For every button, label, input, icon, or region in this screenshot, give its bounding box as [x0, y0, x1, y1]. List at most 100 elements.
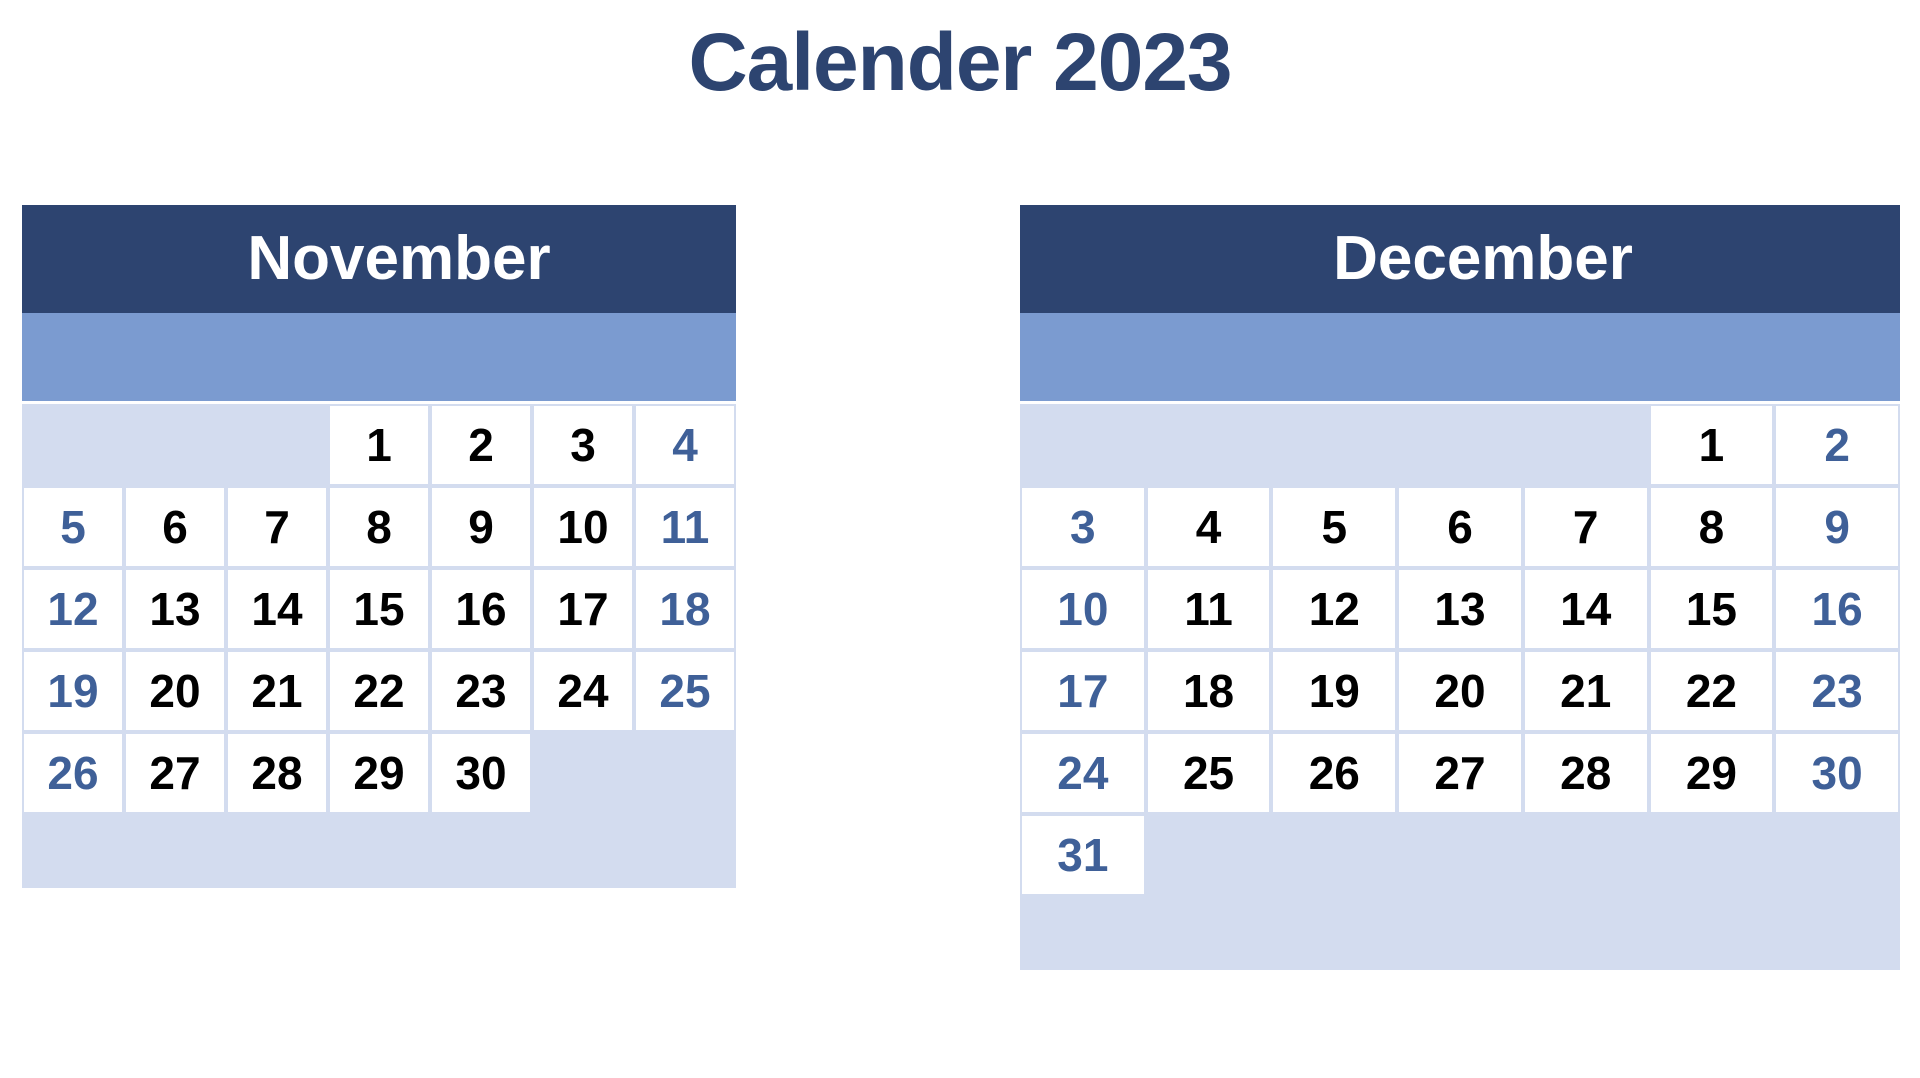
date-cell[interactable]: 19: [1271, 650, 1398, 732]
date-cell[interactable]: 2: [430, 404, 532, 486]
date-cell[interactable]: 10: [532, 486, 634, 568]
date-cell-empty: [1522, 814, 1649, 896]
date-cell[interactable]: 17: [1020, 650, 1146, 732]
date-cell[interactable]: 7: [226, 486, 328, 568]
panel-footer-december: [1020, 896, 1900, 970]
weekday-label: [1649, 313, 1775, 401]
date-cell[interactable]: 24: [532, 650, 634, 732]
date-cell[interactable]: 15: [328, 568, 430, 650]
date-cell-empty: [532, 732, 634, 814]
date-cell[interactable]: 23: [430, 650, 532, 732]
weekday-label: [226, 313, 328, 401]
date-cell-empty: [226, 404, 328, 486]
date-cell-empty: [1774, 814, 1900, 896]
date-cell[interactable]: 11: [634, 486, 736, 568]
date-cell[interactable]: 8: [1648, 486, 1775, 568]
date-cell[interactable]: 12: [22, 568, 124, 650]
date-cell[interactable]: 21: [1522, 650, 1649, 732]
date-cell[interactable]: 20: [124, 650, 226, 732]
date-cell[interactable]: 30: [430, 732, 532, 814]
weekday-label: [1523, 313, 1649, 401]
date-cell[interactable]: 25: [634, 650, 736, 732]
date-cell[interactable]: 4: [634, 404, 736, 486]
weekday-label: [1774, 313, 1900, 401]
weekday-header-november: [22, 313, 736, 401]
date-cell-empty: [124, 404, 226, 486]
date-cell[interactable]: 8: [328, 486, 430, 568]
date-cell[interactable]: 21: [226, 650, 328, 732]
date-cell[interactable]: 10: [1020, 568, 1146, 650]
weekday-label: [532, 313, 634, 401]
date-cell[interactable]: 15: [1648, 568, 1775, 650]
month-title-november: November: [22, 205, 736, 313]
weekday-label: [328, 313, 430, 401]
date-cell[interactable]: 9: [430, 486, 532, 568]
date-cell[interactable]: 5: [1271, 486, 1398, 568]
weekday-header-december: [1020, 313, 1900, 401]
date-cell-empty: [1145, 404, 1272, 486]
date-cell-empty: [1397, 814, 1523, 896]
date-cell[interactable]: 29: [1648, 732, 1775, 814]
weekday-label: [430, 313, 532, 401]
date-cell-empty: [1145, 814, 1272, 896]
date-cell[interactable]: 28: [226, 732, 328, 814]
date-cell[interactable]: 3: [1020, 486, 1146, 568]
date-cell[interactable]: 14: [226, 568, 328, 650]
date-cell[interactable]: 11: [1145, 568, 1272, 650]
date-cell-empty: [1648, 814, 1775, 896]
date-cell[interactable]: 22: [1648, 650, 1775, 732]
date-cell[interactable]: 16: [430, 568, 532, 650]
date-cell[interactable]: 16: [1774, 568, 1900, 650]
date-cell[interactable]: 23: [1774, 650, 1900, 732]
date-cell-empty: [22, 404, 124, 486]
date-cell-empty: [634, 732, 736, 814]
date-cell[interactable]: 1: [328, 404, 430, 486]
weekday-label: [22, 313, 124, 401]
date-cell[interactable]: 24: [1020, 732, 1146, 814]
date-cell[interactable]: 9: [1774, 486, 1900, 568]
date-cell[interactable]: 5: [22, 486, 124, 568]
date-cell[interactable]: 7: [1522, 486, 1649, 568]
date-cell[interactable]: 27: [1397, 732, 1523, 814]
date-cell[interactable]: 19: [22, 650, 124, 732]
date-cell[interactable]: 27: [124, 732, 226, 814]
date-grid-december: 1 2 3 4 5 6 7 8 9 10 11 12 13 14 15 16 17 18 19 20 21 22 23 24 2…: [1020, 401, 1900, 896]
date-cell[interactable]: 1: [1648, 404, 1775, 486]
date-cell[interactable]: 6: [1397, 486, 1523, 568]
panel-footer-november: [22, 814, 736, 888]
date-cell-empty: [1271, 814, 1398, 896]
month-title-december: December: [1020, 205, 1900, 313]
date-cell[interactable]: 18: [634, 568, 736, 650]
date-cell[interactable]: 6: [124, 486, 226, 568]
date-cell[interactable]: 14: [1522, 568, 1649, 650]
month-panel-november: November 1 2 3 4 5 6 7 8 9 10 11 12 13 14 15 16 17 18 19 20…: [22, 205, 736, 888]
weekday-label: [634, 313, 736, 401]
date-cell[interactable]: 31: [1020, 814, 1146, 896]
calendar-container: November 1 2 3 4 5 6 7 8 9 10 11 12 13 14 15 16 17 18 19 20…: [0, 205, 1920, 1035]
date-cell[interactable]: 30: [1774, 732, 1900, 814]
date-cell[interactable]: 29: [328, 732, 430, 814]
date-cell[interactable]: 26: [1271, 732, 1398, 814]
date-cell[interactable]: 26: [22, 732, 124, 814]
date-cell-empty: [1020, 404, 1146, 486]
date-cell[interactable]: 18: [1145, 650, 1272, 732]
weekday-label: [124, 313, 226, 401]
date-cell[interactable]: 3: [532, 404, 634, 486]
date-cell[interactable]: 28: [1522, 732, 1649, 814]
date-cell[interactable]: 13: [124, 568, 226, 650]
date-cell[interactable]: 22: [328, 650, 430, 732]
weekday-label: [1397, 313, 1523, 401]
date-cell[interactable]: 12: [1271, 568, 1398, 650]
date-cell[interactable]: 4: [1145, 486, 1272, 568]
date-cell[interactable]: 13: [1397, 568, 1523, 650]
weekday-label: [1271, 313, 1397, 401]
date-cell-empty: [1271, 404, 1398, 486]
date-grid-november: 1 2 3 4 5 6 7 8 9 10 11 12 13 14 15 16 17 18 19 20 21 22 23 24 2…: [22, 401, 736, 814]
date-cell[interactable]: 20: [1397, 650, 1523, 732]
date-cell[interactable]: 25: [1145, 732, 1272, 814]
month-panel-december: December 1 2 3 4 5 6 7 8 9 10 11 12 13 14 15 16 17 18 19 20…: [1020, 205, 1900, 970]
weekday-label: [1146, 313, 1272, 401]
date-cell[interactable]: 2: [1774, 404, 1900, 486]
page-title: Calender 2023: [688, 17, 1232, 108]
date-cell[interactable]: 17: [532, 568, 634, 650]
